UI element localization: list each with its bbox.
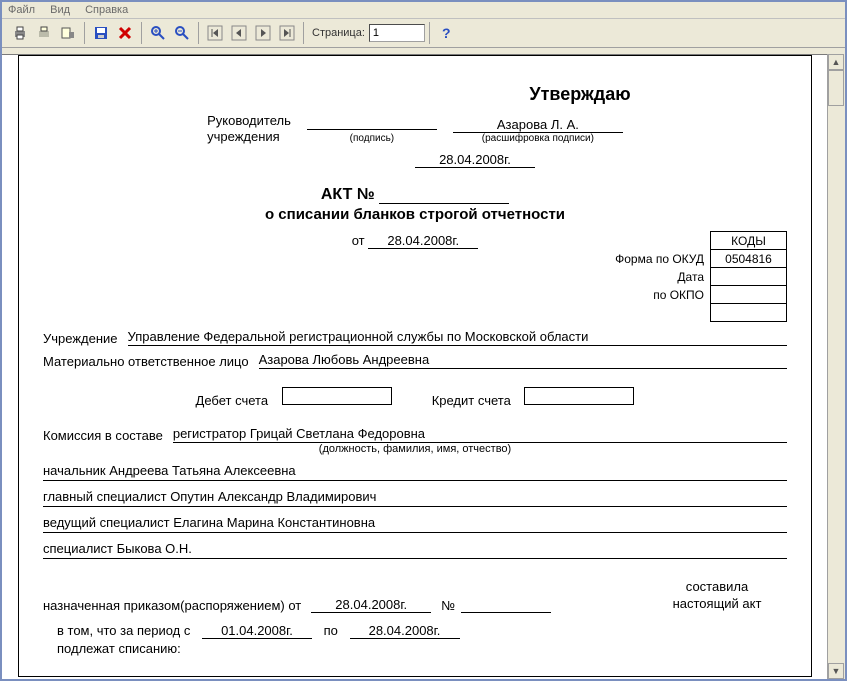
debit-box [282, 387, 392, 405]
mol-label: Материально ответственное лицо [43, 354, 249, 369]
codes-table: КОДЫ Форма по ОКУД0504816 Дата по ОКПО [611, 231, 787, 322]
menu-file[interactable]: Файл [8, 4, 35, 16]
signer-sublabel: (расшифровка подписи) [453, 133, 623, 144]
order-label: назначенная приказом(распоряжением) от [43, 598, 301, 613]
document-subtitle: о списании бланков строгой отчетности [43, 206, 787, 223]
scroll-up-icon[interactable]: ▲ [828, 54, 844, 70]
codes-date-label: Дата [611, 268, 710, 286]
debit-label: Дебет счета [196, 393, 269, 408]
next-page-icon[interactable] [252, 22, 274, 44]
approve-title: Утверждаю [373, 84, 787, 105]
codes-header: КОДЫ [711, 232, 787, 250]
order-num-label: № [441, 598, 455, 613]
approve-date: 28.04.2008г. [415, 152, 535, 168]
signer-name: Азарова Л. А. [453, 117, 623, 133]
codes-date-value [711, 268, 787, 286]
menu-help[interactable]: Справка [85, 4, 128, 16]
commission-member: специалист Быкова О.Н. [43, 541, 787, 559]
commission-lead: регистратор Грицай Светлана Федоровна [173, 426, 787, 443]
credit-label: Кредит счета [432, 393, 511, 408]
period-to: 28.04.2008г. [350, 623, 460, 639]
commission-sublabel: (должность, фамилия, имя, отчество) [43, 443, 787, 455]
commission-member: ведущий специалист Елагина Марина Конста… [43, 515, 787, 533]
close-icon[interactable] [114, 22, 136, 44]
commission-member: главный специалист Опутин Александр Влад… [43, 489, 787, 507]
scroll-thumb[interactable] [828, 70, 844, 106]
scroll-down-icon[interactable]: ▼ [828, 663, 844, 679]
okpo-value [711, 286, 787, 304]
zoom-in-icon[interactable] [147, 22, 169, 44]
mol-value: Азарова Любовь Андреевна [259, 352, 787, 369]
okpo-label: по ОКПО [611, 286, 710, 304]
credit-box [524, 387, 634, 405]
print-icon[interactable] [9, 22, 31, 44]
vertical-scrollbar[interactable]: ▲ ▼ [827, 54, 845, 679]
document-viewport: Утверждаю Руководитель учреждения (подпи… [2, 54, 827, 679]
order-note: составила настоящий акт [647, 579, 787, 613]
commission-label: Комиссия в составе [43, 428, 163, 443]
okud-label: Форма по ОКУД [611, 250, 710, 268]
help-icon[interactable]: ? [435, 22, 457, 44]
codes-extra-value [711, 304, 787, 322]
last-page-icon[interactable] [276, 22, 298, 44]
period-to-label: по [324, 623, 338, 638]
svg-text:?: ? [442, 25, 451, 41]
menubar: Файл Вид Справка [2, 2, 845, 19]
document-title: АКТ № [43, 186, 787, 204]
period-tail: подлежат списанию: [57, 641, 787, 656]
scroll-track[interactable] [828, 106, 845, 663]
order-num [461, 597, 551, 613]
period-from: 01.04.2008г. [202, 623, 312, 639]
page-label: Страница: [312, 27, 365, 39]
commission-member: начальник Андреева Татьяна Алексеевна [43, 463, 787, 481]
org-value: Управление Федеральной регистрационной с… [128, 329, 787, 346]
first-page-icon[interactable] [204, 22, 226, 44]
page-input[interactable] [369, 24, 425, 42]
toolbar: Страница: ? [2, 19, 845, 48]
print-current-icon[interactable] [33, 22, 55, 44]
signature-sublabel: (подпись) [307, 133, 437, 144]
leader-label: Руководитель учреждения [207, 113, 291, 144]
signature-line [307, 114, 437, 130]
from-label: от [352, 233, 365, 248]
menu-view[interactable]: Вид [50, 4, 70, 16]
zoom-out-icon[interactable] [171, 22, 193, 44]
prev-page-icon[interactable] [228, 22, 250, 44]
org-label: Учреждение [43, 331, 118, 346]
from-date: 28.04.2008г. [368, 233, 478, 249]
period-label: в том, что за период с [57, 623, 190, 638]
order-date: 28.04.2008г. [311, 597, 431, 613]
printer-setup-icon[interactable] [57, 22, 79, 44]
document-page: Утверждаю Руководитель учреждения (подпи… [18, 55, 812, 677]
okud-value: 0504816 [711, 250, 787, 268]
save-icon[interactable] [90, 22, 112, 44]
